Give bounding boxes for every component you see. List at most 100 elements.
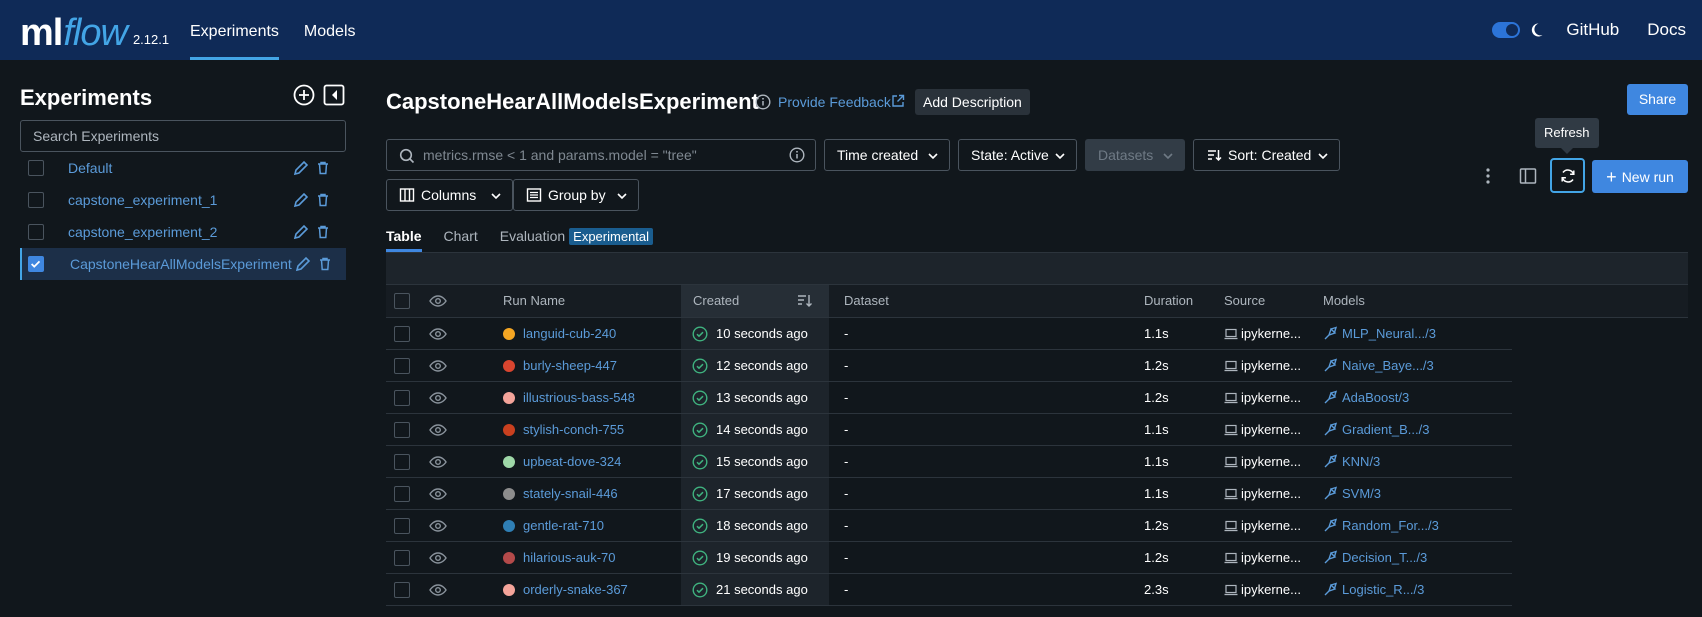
header-created[interactable]: Created (681, 285, 829, 317)
run-color-dot[interactable] (503, 488, 515, 500)
source-value[interactable]: ipykerne... (1241, 446, 1301, 477)
eye-icon[interactable] (429, 454, 447, 470)
columns-dropdown[interactable]: Columns (386, 179, 513, 211)
pencil-icon[interactable] (293, 160, 309, 176)
pencil-icon[interactable] (293, 224, 309, 240)
model-link[interactable]: MLP_Neural.../3 (1342, 318, 1436, 349)
trash-icon[interactable] (316, 193, 330, 207)
header-dataset[interactable]: Dataset (844, 285, 889, 317)
run-name-link[interactable]: upbeat-dove-324 (523, 446, 621, 477)
table-row[interactable]: stylish-conch-755 14 seconds ago - 1.1s … (386, 414, 1512, 446)
refresh-button[interactable] (1550, 158, 1585, 193)
eye-icon[interactable] (429, 326, 447, 342)
table-row[interactable]: hilarious-auk-70 19 seconds ago - 1.2s i… (386, 542, 1512, 574)
source-value[interactable]: ipykerne... (1241, 318, 1301, 349)
eye-icon[interactable] (429, 518, 447, 534)
source-value[interactable]: ipykerne... (1241, 542, 1301, 573)
more-options-icon[interactable] (1480, 167, 1496, 185)
row-checkbox[interactable] (394, 486, 410, 502)
run-name-link[interactable]: orderly-snake-367 (523, 574, 628, 605)
source-value[interactable]: ipykerne... (1241, 510, 1301, 541)
new-run-button[interactable]: + New run (1592, 160, 1688, 193)
pencil-icon[interactable] (295, 256, 311, 272)
header-duration[interactable]: Duration (1144, 285, 1193, 317)
row-checkbox[interactable] (394, 390, 410, 406)
tab-chart[interactable]: Chart (444, 226, 478, 252)
run-search-box[interactable] (386, 139, 816, 171)
run-color-dot[interactable] (503, 328, 515, 340)
model-link[interactable]: Logistic_R.../3 (1342, 574, 1424, 605)
experiment-name[interactable]: CapstoneHearAllModelsExperiment (70, 256, 292, 272)
row-checkbox[interactable] (394, 550, 410, 566)
docs-link[interactable]: Docs (1647, 20, 1686, 40)
experiment-checkbox[interactable] (28, 192, 44, 208)
row-checkbox[interactable] (394, 358, 410, 374)
theme-toggle[interactable] (1492, 22, 1521, 38)
header-source[interactable]: Source (1224, 285, 1265, 317)
tab-evaluation[interactable]: Evaluation Experimental (500, 226, 654, 252)
header-run-name[interactable]: Run Name (503, 285, 565, 317)
table-row[interactable]: orderly-snake-367 21 seconds ago - 2.3s … (386, 574, 1512, 606)
source-value[interactable]: ipykerne... (1241, 350, 1301, 381)
run-name-link[interactable]: illustrious-bass-548 (523, 382, 635, 413)
model-link[interactable]: KNN/3 (1342, 446, 1380, 477)
sort-dropdown[interactable]: Sort: Created (1193, 139, 1340, 171)
run-search-input[interactable] (423, 140, 763, 170)
eye-icon[interactable] (429, 422, 447, 438)
run-name-link[interactable]: stylish-conch-755 (523, 414, 624, 445)
share-button[interactable]: Share (1627, 84, 1688, 115)
add-experiment-icon[interactable] (293, 84, 315, 106)
run-color-dot[interactable] (503, 584, 515, 596)
experiment-item-default[interactable]: Default (20, 152, 346, 184)
run-name-link[interactable]: burly-sheep-447 (523, 350, 617, 381)
run-color-dot[interactable] (503, 552, 515, 564)
mlflow-logo[interactable]: ml flow 2.12.1 (20, 8, 169, 52)
experiment-item-capstone-1[interactable]: capstone_experiment_1 (20, 184, 346, 216)
table-row[interactable]: gentle-rat-710 18 seconds ago - 1.2s ipy… (386, 510, 1512, 542)
add-description-button[interactable]: Add Description (915, 89, 1030, 115)
model-link[interactable]: SVM/3 (1342, 478, 1381, 509)
experiment-name[interactable]: capstone_experiment_2 (68, 224, 217, 240)
experiment-name[interactable]: capstone_experiment_1 (68, 192, 217, 208)
run-color-dot[interactable] (503, 520, 515, 532)
eye-icon[interactable] (429, 358, 447, 374)
eye-icon[interactable] (429, 486, 447, 502)
run-name-link[interactable]: hilarious-auk-70 (523, 542, 616, 573)
github-link[interactable]: GitHub (1566, 20, 1619, 40)
table-row[interactable]: stately-snail-446 17 seconds ago - 1.1s … (386, 478, 1512, 510)
side-panel-icon[interactable] (1519, 167, 1537, 185)
table-row[interactable]: languid-cub-240 10 seconds ago - 1.1s ip… (386, 318, 1512, 350)
experiment-item-capstone-hear-all[interactable]: CapstoneHearAllModelsExperiment (20, 248, 346, 280)
header-models[interactable]: Models (1323, 285, 1365, 317)
model-link[interactable]: Random_For.../3 (1342, 510, 1439, 541)
tab-table[interactable]: Table (386, 226, 422, 252)
table-row[interactable]: illustrious-bass-548 13 seconds ago - 1.… (386, 382, 1512, 414)
source-value[interactable]: ipykerne... (1241, 414, 1301, 445)
source-value[interactable]: ipykerne... (1241, 574, 1301, 605)
eye-icon[interactable] (429, 390, 447, 406)
provide-feedback-link[interactable]: Provide Feedback (778, 94, 891, 110)
group-by-dropdown[interactable]: Group by (513, 179, 639, 211)
run-name-link[interactable]: gentle-rat-710 (523, 510, 604, 541)
model-link[interactable]: Gradient_B.../3 (1342, 414, 1429, 445)
row-checkbox[interactable] (394, 454, 410, 470)
state-dropdown[interactable]: State: Active (958, 139, 1077, 171)
datasets-dropdown[interactable]: Datasets (1085, 139, 1185, 171)
run-color-dot[interactable] (503, 392, 515, 404)
time-created-dropdown[interactable]: Time created (824, 139, 950, 171)
search-experiments-input[interactable] (20, 120, 346, 152)
run-color-dot[interactable] (503, 424, 515, 436)
run-color-dot[interactable] (503, 456, 515, 468)
source-value[interactable]: ipykerne... (1241, 382, 1301, 413)
trash-icon[interactable] (316, 225, 330, 239)
row-checkbox[interactable] (394, 326, 410, 342)
experiment-name[interactable]: Default (68, 160, 112, 176)
run-name-link[interactable]: languid-cub-240 (523, 318, 616, 349)
external-link-icon[interactable] (891, 94, 905, 108)
experiment-checkbox[interactable] (28, 160, 44, 176)
nav-experiments[interactable]: Experiments (190, 0, 279, 60)
table-row[interactable]: upbeat-dove-324 15 seconds ago - 1.1s ip… (386, 446, 1512, 478)
model-link[interactable]: AdaBoost/3 (1342, 382, 1409, 413)
experiment-checkbox-checked[interactable] (28, 256, 44, 272)
source-value[interactable]: ipykerne... (1241, 478, 1301, 509)
